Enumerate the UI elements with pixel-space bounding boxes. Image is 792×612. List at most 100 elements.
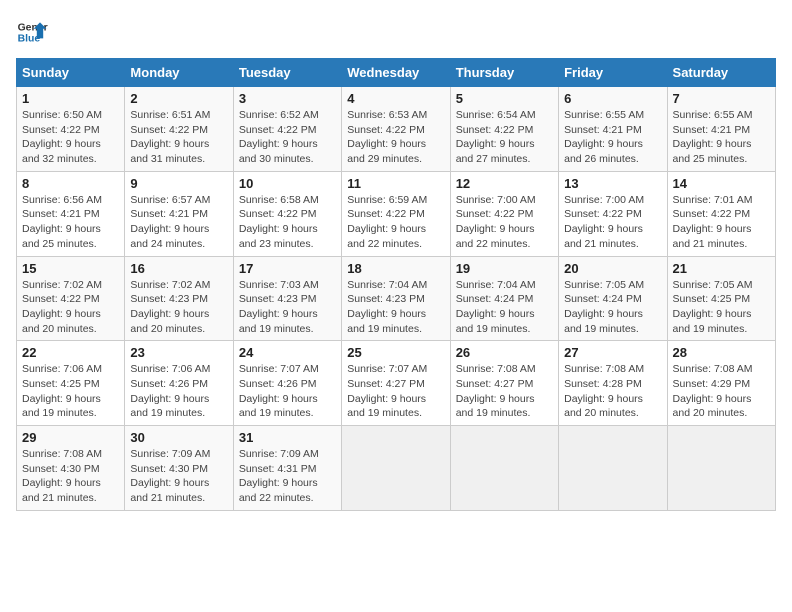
day-number: 14: [673, 176, 770, 191]
day-number: 16: [130, 261, 227, 276]
day-number: 13: [564, 176, 661, 191]
calendar-cell: 25 Sunrise: 7:07 AM Sunset: 4:27 PM Dayli…: [342, 341, 450, 426]
day-info: Sunrise: 6:50 AM Sunset: 4:22 PM Dayligh…: [22, 108, 119, 167]
calendar-cell: 26Sunrise: 7:08 AM Sunset: 4:27 PM Dayli…: [450, 341, 558, 426]
calendar-cell: 2 Sunrise: 6:51 AM Sunset: 4:22 PM Daylig…: [125, 87, 233, 172]
day-info: Sunrise: 6:51 AM Sunset: 4:22 PM Dayligh…: [130, 108, 227, 167]
day-number: 6: [564, 91, 661, 106]
calendar-cell: 14 Sunrise: 7:01 AM Sunset: 4:22 PM Dayli…: [667, 171, 775, 256]
day-info: Sunrise: 6:52 AM Sunset: 4:22 PM Dayligh…: [239, 108, 336, 167]
day-number: 20: [564, 261, 661, 276]
day-number: 12: [456, 176, 553, 191]
calendar-table: SundayMondayTuesdayWednesdayThursdayFrid…: [16, 58, 776, 511]
column-header-monday: Monday: [125, 59, 233, 87]
day-info: Sunrise: 7:09 AM Sunset: 4:30 PM Dayligh…: [130, 447, 227, 506]
day-number: 5: [456, 91, 553, 106]
day-info: Sunrise: 6:53 AM Sunset: 4:22 PM Dayligh…: [347, 108, 444, 167]
day-number: 10: [239, 176, 336, 191]
calendar-cell: 10 Sunrise: 6:58 AM Sunset: 4:22 PM Dayli…: [233, 171, 341, 256]
calendar-cell: 17 Sunrise: 7:03 AM Sunset: 4:23 PM Dayli…: [233, 256, 341, 341]
column-header-thursday: Thursday: [450, 59, 558, 87]
day-number: 27: [564, 345, 661, 360]
day-info: Sunrise: 7:07 AM Sunset: 4:27 PM Dayligh…: [347, 362, 444, 421]
day-number: 7: [673, 91, 770, 106]
day-number: 17: [239, 261, 336, 276]
calendar-cell: 16 Sunrise: 7:02 AM Sunset: 4:23 PM Dayli…: [125, 256, 233, 341]
calendar-cell: 24Sunrise: 7:07 AM Sunset: 4:26 PM Dayli…: [233, 341, 341, 426]
column-header-tuesday: Tuesday: [233, 59, 341, 87]
calendar-cell: 7Sunrise: 6:55 AM Sunset: 4:21 PM Daylig…: [667, 87, 775, 172]
calendar-cell: 11 Sunrise: 6:59 AM Sunset: 4:22 PM Dayli…: [342, 171, 450, 256]
day-info: Sunrise: 7:08 AM Sunset: 4:28 PM Dayligh…: [564, 362, 661, 421]
calendar-cell: 30 Sunrise: 7:09 AM Sunset: 4:30 PM Dayli…: [125, 426, 233, 511]
day-number: 15: [22, 261, 119, 276]
day-info: Sunrise: 7:03 AM Sunset: 4:23 PM Dayligh…: [239, 278, 336, 337]
column-header-friday: Friday: [559, 59, 667, 87]
day-number: 30: [130, 430, 227, 445]
day-info: Sunrise: 6:57 AM Sunset: 4:21 PM Dayligh…: [130, 193, 227, 252]
logo-icon: General Blue: [16, 16, 48, 48]
day-number: 29: [22, 430, 119, 445]
calendar-cell: 8 Sunrise: 6:56 AM Sunset: 4:21 PM Daylig…: [17, 171, 125, 256]
day-number: 22: [22, 345, 119, 360]
day-number: 28: [673, 345, 770, 360]
calendar-cell: 29 Sunrise: 7:08 AM Sunset: 4:30 PM Dayli…: [17, 426, 125, 511]
day-info: Sunrise: 6:55 AM Sunset: 4:21 PM Dayligh…: [564, 108, 661, 167]
day-number: 18: [347, 261, 444, 276]
day-info: Sunrise: 7:05 AM Sunset: 4:24 PM Dayligh…: [564, 278, 661, 337]
day-info: Sunrise: 6:58 AM Sunset: 4:22 PM Dayligh…: [239, 193, 336, 252]
calendar-cell: 21 Sunrise: 7:05 AM Sunset: 4:25 PM Dayli…: [667, 256, 775, 341]
day-number: 25: [347, 345, 444, 360]
day-number: 21: [673, 261, 770, 276]
header: General Blue: [16, 16, 776, 48]
calendar-cell: 3 Sunrise: 6:52 AM Sunset: 4:22 PM Daylig…: [233, 87, 341, 172]
day-number: 11: [347, 176, 444, 191]
calendar-cell: 9 Sunrise: 6:57 AM Sunset: 4:21 PM Daylig…: [125, 171, 233, 256]
day-info: Sunrise: 7:06 AM Sunset: 4:25 PM Dayligh…: [22, 362, 119, 421]
day-number: 23: [130, 345, 227, 360]
day-info: Sunrise: 7:08 AM Sunset: 4:29 PM Dayligh…: [673, 362, 770, 421]
day-info: Sunrise: 6:54 AM Sunset: 4:22 PM Dayligh…: [456, 108, 553, 167]
logo: General Blue: [16, 16, 48, 48]
day-info: Sunrise: 7:01 AM Sunset: 4:22 PM Dayligh…: [673, 193, 770, 252]
calendar-cell: 6 Sunrise: 6:55 AM Sunset: 4:21 PM Daylig…: [559, 87, 667, 172]
day-number: 24: [239, 345, 336, 360]
calendar-cell: 23 Sunrise: 7:06 AM Sunset: 4:26 PM Dayli…: [125, 341, 233, 426]
calendar-cell: 4 Sunrise: 6:53 AM Sunset: 4:22 PM Daylig…: [342, 87, 450, 172]
day-info: Sunrise: 7:04 AM Sunset: 4:24 PM Dayligh…: [456, 278, 553, 337]
day-number: 3: [239, 91, 336, 106]
day-number: 26: [456, 345, 553, 360]
day-info: Sunrise: 7:04 AM Sunset: 4:23 PM Dayligh…: [347, 278, 444, 337]
day-number: 31: [239, 430, 336, 445]
calendar-cell: [342, 426, 450, 511]
calendar-cell: 31 Sunrise: 7:09 AM Sunset: 4:31 PM Dayli…: [233, 426, 341, 511]
calendar-cell: 28 Sunrise: 7:08 AM Sunset: 4:29 PM Dayli…: [667, 341, 775, 426]
day-info: Sunrise: 7:09 AM Sunset: 4:31 PM Dayligh…: [239, 447, 336, 506]
day-number: 1: [22, 91, 119, 106]
day-number: 4: [347, 91, 444, 106]
calendar-cell: 27 Sunrise: 7:08 AM Sunset: 4:28 PM Dayli…: [559, 341, 667, 426]
day-info: Sunrise: 7:02 AM Sunset: 4:23 PM Dayligh…: [130, 278, 227, 337]
column-header-wednesday: Wednesday: [342, 59, 450, 87]
day-number: 2: [130, 91, 227, 106]
calendar-cell: 20 Sunrise: 7:05 AM Sunset: 4:24 PM Dayli…: [559, 256, 667, 341]
day-info: Sunrise: 7:02 AM Sunset: 4:22 PM Dayligh…: [22, 278, 119, 337]
calendar-cell: [450, 426, 558, 511]
day-info: Sunrise: 6:59 AM Sunset: 4:22 PM Dayligh…: [347, 193, 444, 252]
day-number: 8: [22, 176, 119, 191]
day-info: Sunrise: 6:56 AM Sunset: 4:21 PM Dayligh…: [22, 193, 119, 252]
day-info: Sunrise: 7:05 AM Sunset: 4:25 PM Dayligh…: [673, 278, 770, 337]
day-number: 19: [456, 261, 553, 276]
day-number: 9: [130, 176, 227, 191]
calendar-cell: [667, 426, 775, 511]
column-header-saturday: Saturday: [667, 59, 775, 87]
day-info: Sunrise: 7:06 AM Sunset: 4:26 PM Dayligh…: [130, 362, 227, 421]
calendar-cell: 12Sunrise: 7:00 AM Sunset: 4:22 PM Dayli…: [450, 171, 558, 256]
calendar-cell: 13Sunrise: 7:00 AM Sunset: 4:22 PM Dayli…: [559, 171, 667, 256]
calendar-cell: 5 Sunrise: 6:54 AM Sunset: 4:22 PM Daylig…: [450, 87, 558, 172]
day-info: Sunrise: 7:08 AM Sunset: 4:30 PM Dayligh…: [22, 447, 119, 506]
calendar-cell: 22 Sunrise: 7:06 AM Sunset: 4:25 PM Dayli…: [17, 341, 125, 426]
calendar-cell: [559, 426, 667, 511]
calendar-cell: 15 Sunrise: 7:02 AM Sunset: 4:22 PM Dayli…: [17, 256, 125, 341]
calendar-cell: 1 Sunrise: 6:50 AM Sunset: 4:22 PM Daylig…: [17, 87, 125, 172]
